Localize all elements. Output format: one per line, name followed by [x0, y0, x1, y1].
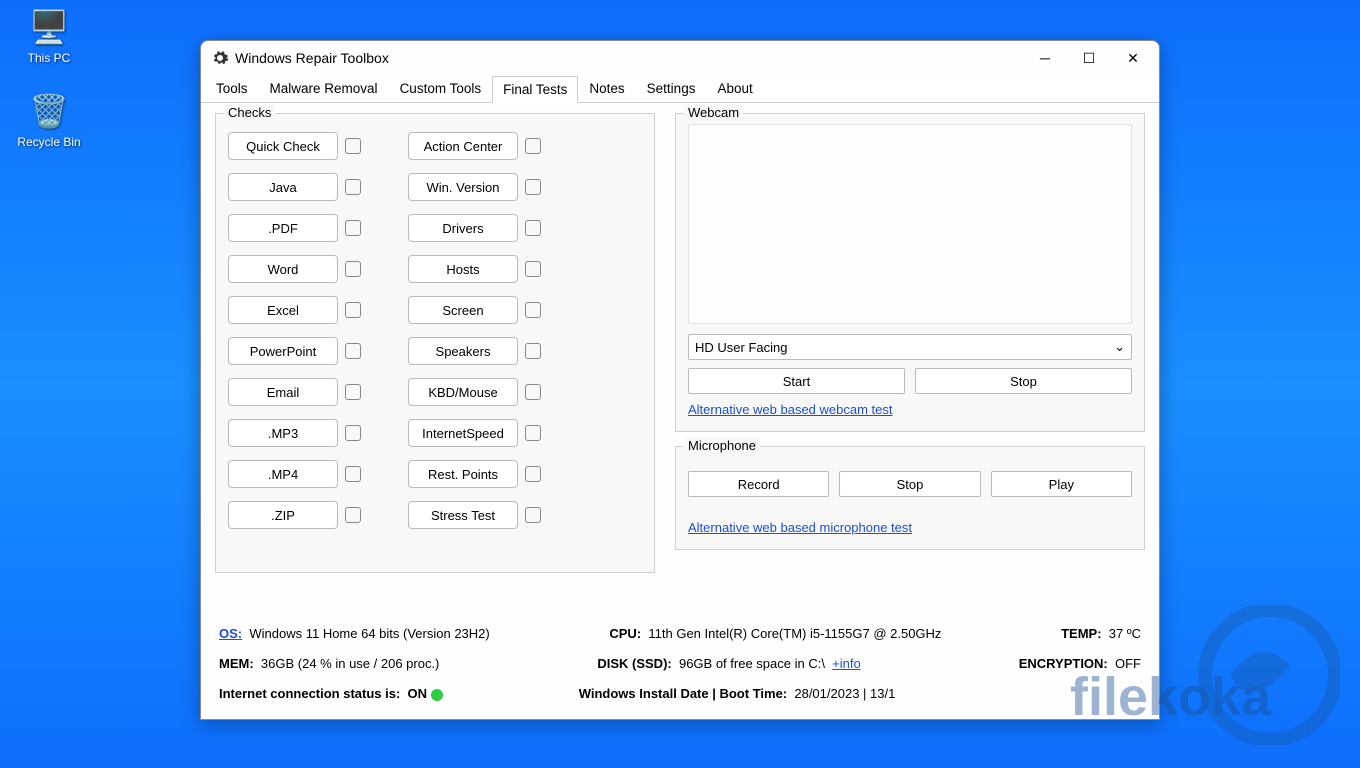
check-button-email[interactable]: Email	[228, 378, 338, 406]
check-checkbox[interactable]	[525, 425, 541, 441]
desktop-icon-label: This PC	[28, 51, 71, 65]
check-button-word[interactable]: Word	[228, 255, 338, 283]
check-checkbox[interactable]	[345, 425, 361, 441]
disk-label: DISK (SSD):	[597, 656, 671, 671]
desktop-icon-recycle-bin[interactable]: 🗑️ Recycle Bin	[14, 92, 84, 149]
tab-notes[interactable]: Notes	[578, 75, 635, 102]
install-value: 28/01/2023 | 13/1	[794, 686, 895, 701]
check-checkbox[interactable]	[345, 343, 361, 359]
webcam-stop-button[interactable]: Stop	[915, 368, 1132, 394]
maximize-button[interactable]: ☐	[1067, 43, 1111, 73]
enc-value: OFF	[1115, 656, 1141, 671]
status-dot-icon	[431, 689, 443, 701]
check-checkbox[interactable]	[345, 384, 361, 400]
enc-label: ENCRYPTION:	[1019, 656, 1108, 671]
webcam-group: Webcam HD User Facing ⌄ Start Stop Alter…	[675, 113, 1145, 432]
check-button--mp3[interactable]: .MP3	[228, 419, 338, 447]
check-checkbox[interactable]	[525, 343, 541, 359]
trash-icon: 🗑️	[14, 92, 84, 130]
temp-label: TEMP:	[1061, 626, 1101, 641]
disk-value: 96GB of free space in C:\	[679, 656, 825, 671]
check-button-stress-test[interactable]: Stress Test	[408, 501, 518, 529]
tab-bar: Tools Malware Removal Custom Tools Final…	[201, 75, 1159, 103]
check-button-excel[interactable]: Excel	[228, 296, 338, 324]
mic-play-button[interactable]: Play	[991, 471, 1132, 497]
disk-info-link[interactable]: +info	[832, 656, 861, 671]
titlebar[interactable]: Windows Repair Toolbox ─ ☐ ✕	[201, 41, 1159, 75]
check-button-java[interactable]: Java	[228, 173, 338, 201]
check-button-speakers[interactable]: Speakers	[408, 337, 518, 365]
tab-malware-removal[interactable]: Malware Removal	[259, 75, 389, 102]
mic-stop-button[interactable]: Stop	[839, 471, 980, 497]
check-button--mp4[interactable]: .MP4	[228, 460, 338, 488]
tab-final-tests[interactable]: Final Tests	[492, 76, 578, 103]
gear-icon	[211, 49, 229, 67]
microphone-legend: Microphone	[684, 438, 760, 453]
check-checkbox[interactable]	[345, 507, 361, 523]
check-button-action-center[interactable]: Action Center	[408, 132, 518, 160]
check-button-internetspeed[interactable]: InternetSpeed	[408, 419, 518, 447]
check-checkbox[interactable]	[525, 220, 541, 236]
checks-group: Checks Quick CheckAction CenterJavaWin. …	[215, 113, 655, 573]
mem-value: 36GB (24 % in use / 206 proc.)	[261, 656, 439, 671]
net-status: ON	[408, 686, 428, 701]
webcam-preview	[688, 124, 1132, 324]
check-checkbox[interactable]	[345, 302, 361, 318]
check-button-kbd-mouse[interactable]: KBD/Mouse	[408, 378, 518, 406]
monitor-icon: 🖥️	[14, 8, 84, 46]
check-button--pdf[interactable]: .PDF	[228, 214, 338, 242]
mic-alt-link[interactable]: Alternative web based microphone test	[688, 520, 912, 535]
tab-settings[interactable]: Settings	[636, 75, 707, 102]
check-checkbox[interactable]	[525, 138, 541, 154]
webcam-device-value: HD User Facing	[695, 340, 787, 355]
check-checkbox[interactable]	[345, 220, 361, 236]
webcam-device-select[interactable]: HD User Facing ⌄	[688, 334, 1132, 360]
chevron-down-icon: ⌄	[1114, 339, 1125, 355]
os-label[interactable]: OS:	[219, 626, 242, 641]
checks-legend: Checks	[224, 105, 275, 120]
net-label: Internet connection status is:	[219, 686, 400, 701]
status-footer: OS: Windows 11 Home 64 bits (Version 23H…	[201, 611, 1159, 719]
tab-tools[interactable]: Tools	[205, 75, 259, 102]
webcam-start-button[interactable]: Start	[688, 368, 905, 394]
desktop-icon-label: Recycle Bin	[17, 135, 80, 149]
cpu-value: 11th Gen Intel(R) Core(TM) i5-1155G7 @ 2…	[648, 626, 941, 641]
webcam-alt-link[interactable]: Alternative web based webcam test	[688, 402, 893, 417]
tab-custom-tools[interactable]: Custom Tools	[389, 75, 493, 102]
check-checkbox[interactable]	[345, 261, 361, 277]
cpu-label: CPU:	[609, 626, 641, 641]
check-checkbox[interactable]	[525, 179, 541, 195]
tab-about[interactable]: About	[706, 75, 763, 102]
check-button-rest-points[interactable]: Rest. Points	[408, 460, 518, 488]
microphone-group: Microphone Record Stop Play Alternative …	[675, 446, 1145, 550]
mem-label: MEM:	[219, 656, 254, 671]
check-button-drivers[interactable]: Drivers	[408, 214, 518, 242]
os-value: Windows 11 Home 64 bits (Version 23H2)	[249, 626, 489, 641]
app-window: Windows Repair Toolbox ─ ☐ ✕ Tools Malwa…	[200, 40, 1160, 720]
check-checkbox[interactable]	[525, 466, 541, 482]
check-button-screen[interactable]: Screen	[408, 296, 518, 324]
check-checkbox[interactable]	[525, 384, 541, 400]
install-label: Windows Install Date | Boot Time:	[579, 686, 787, 701]
temp-value: 37 ºC	[1109, 626, 1141, 641]
check-checkbox[interactable]	[345, 138, 361, 154]
check-button-win-version[interactable]: Win. Version	[408, 173, 518, 201]
check-checkbox[interactable]	[525, 302, 541, 318]
minimize-button[interactable]: ─	[1023, 43, 1067, 73]
desktop-icon-this-pc[interactable]: 🖥️ This PC	[14, 8, 84, 65]
webcam-legend: Webcam	[684, 105, 743, 120]
check-button-powerpoint[interactable]: PowerPoint	[228, 337, 338, 365]
check-button-quick-check[interactable]: Quick Check	[228, 132, 338, 160]
check-button--zip[interactable]: .ZIP	[228, 501, 338, 529]
window-title: Windows Repair Toolbox	[235, 50, 1023, 66]
check-checkbox[interactable]	[345, 179, 361, 195]
check-button-hosts[interactable]: Hosts	[408, 255, 518, 283]
close-button[interactable]: ✕	[1111, 43, 1155, 73]
check-checkbox[interactable]	[345, 466, 361, 482]
check-checkbox[interactable]	[525, 261, 541, 277]
mic-record-button[interactable]: Record	[688, 471, 829, 497]
check-checkbox[interactable]	[525, 507, 541, 523]
